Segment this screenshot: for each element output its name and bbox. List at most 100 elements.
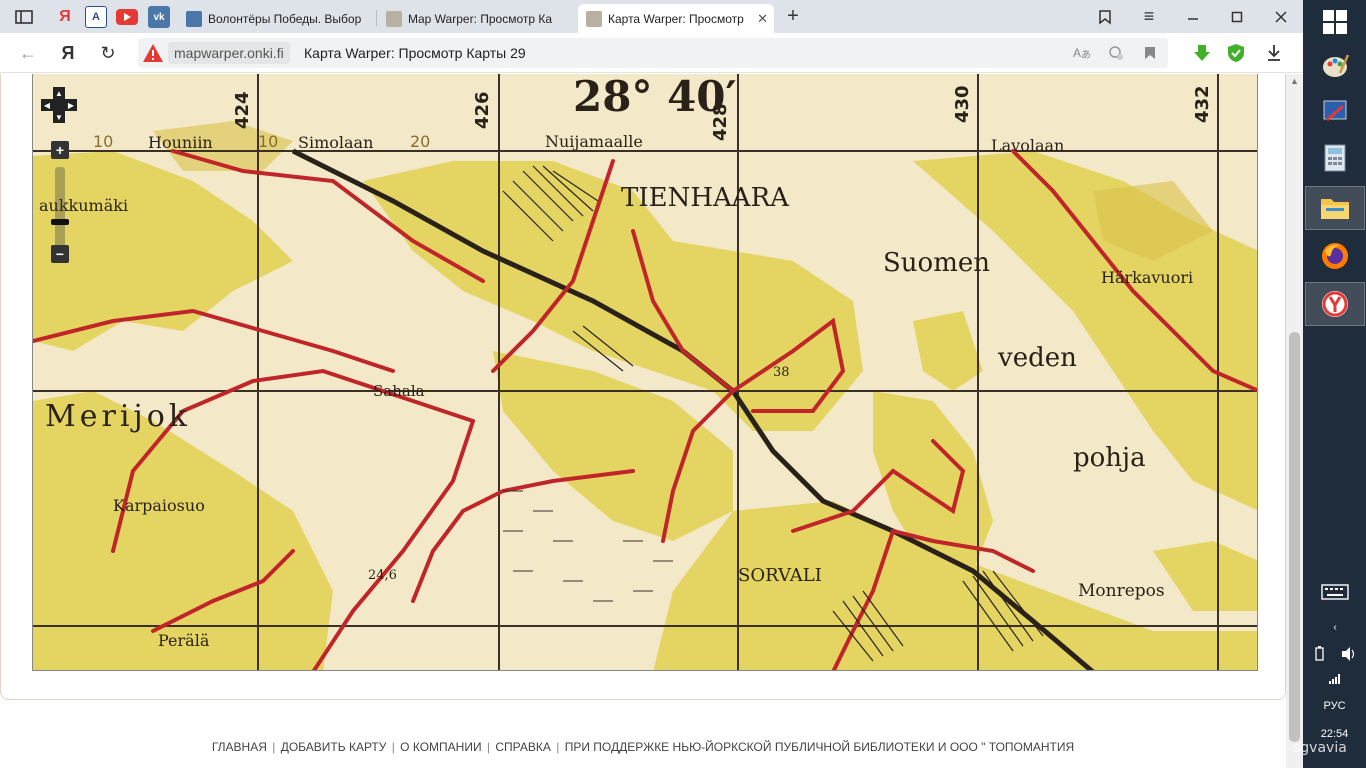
pan-control[interactable]: ▲ ◀ ▶ ▼ [41, 87, 77, 123]
footer-link-supported-by[interactable]: ПРИ ПОДДЕРЖКЕ НЬЮ-ЙОРКСКОЙ ПУБЛИЧНОЙ БИБ… [565, 740, 1074, 754]
download-green-icon[interactable] [1190, 41, 1214, 65]
map-thumbnail-icon [586, 10, 602, 27]
tab-title: Map Warper: Просмотр Ка [408, 11, 553, 26]
map-label-pohja: pohja [1073, 443, 1146, 473]
firefox-icon[interactable] [1305, 234, 1365, 278]
map-grid-424: 424 [232, 91, 253, 129]
back-arrow-icon[interactable]: ← [16, 41, 40, 65]
zoom-in-button[interactable]: + [51, 141, 69, 159]
close-tab-icon[interactable]: ✕ [757, 11, 768, 27]
map-label-sorvali: SORVALI [738, 565, 822, 586]
footer-link-add-map[interactable]: ДОБАВИТЬ КАРТУ [281, 740, 387, 754]
pan-up-icon[interactable]: ▲ [53, 87, 65, 99]
map-label-houniin: Houniin [148, 133, 213, 152]
map-grid-428: 428 [710, 103, 731, 141]
tab-karta-warper[interactable]: Карта Warper: Просмотр ✕ [578, 4, 774, 33]
calculator-icon[interactable] [1305, 136, 1365, 180]
tab-bar: Я A vk Волонтёры Победы. Выбор Map Warpe… [0, 0, 1303, 33]
domain-chip[interactable]: mapwarper.onki.fi [168, 42, 290, 64]
windows-start-icon[interactable] [1305, 0, 1365, 44]
map-label-elev-246: 24,6 [368, 568, 397, 583]
scroll-thumb[interactable] [1289, 332, 1300, 742]
shield-icon[interactable] [1224, 41, 1248, 65]
footer-separator: | [391, 740, 395, 754]
language-indicator[interactable]: РУС [1303, 700, 1366, 712]
minimize-icon[interactable] [1180, 0, 1206, 33]
map-label-karpaiosuo: Karpaiosuo [113, 496, 205, 515]
footer-link-home[interactable]: ГЛАВНАЯ [212, 740, 267, 754]
tray-icons [1305, 640, 1365, 668]
footer: ГЛАВНАЯ | ДОБАВИТЬ КАРТУ | О КОМПАНИИ | … [0, 740, 1286, 754]
network-icon[interactable] [1305, 668, 1365, 690]
map-thumbnail-icon [386, 10, 402, 27]
pan-left-icon[interactable]: ◀ [41, 99, 53, 111]
zoom-slider[interactable] [51, 167, 69, 247]
map-label-harkavuori: Härkavuori [1101, 268, 1193, 287]
map-label-veden: veden [997, 343, 1077, 373]
yandex-home-icon[interactable]: Я [56, 41, 80, 65]
address-page-title[interactable]: Карта Warper: Просмотр Карты 29 [304, 42, 526, 64]
pinned-tab-logo-icon[interactable]: A [85, 6, 107, 28]
paint-icon[interactable] [1305, 44, 1365, 88]
scroll-up-icon[interactable]: ▲ [1286, 74, 1303, 88]
footer-separator: | [486, 740, 491, 754]
footer-link-about[interactable]: О КОМПАНИИ [400, 740, 481, 754]
tray-expand-icon[interactable]: ‹ [1305, 614, 1365, 640]
translate-icon[interactable]: Aあ [1072, 43, 1092, 63]
watermark-text: sgvavia [1293, 740, 1347, 756]
tab-map-warper[interactable]: Map Warper: Просмотр Ка [378, 4, 574, 33]
map-label-10b: 10 [258, 132, 278, 151]
historical-map[interactable]: 28° 40′ TIENHAARA Suomen veden pohja Mer… [32, 74, 1258, 671]
downloads-icon[interactable] [1262, 41, 1286, 65]
tab-title: Карта Warper: Просмотр [608, 11, 744, 26]
map-grid-432: 432 [1192, 85, 1213, 123]
screen-settings-icon[interactable] [1305, 90, 1365, 134]
sidebar-toggle-icon[interactable] [10, 0, 38, 33]
map-label-laukkumaki: aukkumäki [39, 196, 128, 215]
keyboard-icon[interactable] [1305, 574, 1365, 610]
pan-center [53, 99, 65, 111]
vk-pinned-tab[interactable]: vk [148, 6, 170, 28]
close-window-icon[interactable] [1268, 0, 1294, 33]
windows-taskbar: ‹ РУС 22:54 [1303, 0, 1366, 768]
pan-down-icon[interactable]: ▼ [53, 111, 65, 123]
collections-icon[interactable] [1092, 0, 1118, 33]
tab-divider [376, 10, 377, 26]
yandex-browser-icon[interactable] [1305, 282, 1365, 326]
map-canvas: 28° 40′ TIENHAARA Suomen veden pohja Mer… [33, 74, 1257, 670]
bookmark-icon[interactable] [1140, 43, 1160, 63]
protect-icon[interactable] [1106, 43, 1126, 63]
map-grid-430: 430 [952, 85, 973, 123]
file-explorer-icon[interactable] [1305, 186, 1365, 230]
map-label-nuijamaalle: Nuijamaalle [545, 132, 643, 151]
yandex-pinned-tab[interactable]: Я [54, 6, 76, 28]
map-label-suomen: Suomen [883, 248, 990, 278]
footer-link-help[interactable]: СПРАВКА [495, 740, 551, 754]
clock-time[interactable]: 22:54 [1303, 728, 1366, 740]
zoom-out-button[interactable]: − [51, 245, 69, 263]
footer-separator: | [272, 740, 276, 754]
warning-icon[interactable] [142, 43, 164, 63]
new-tab-button[interactable]: + [780, 0, 806, 33]
map-panel: 28° 40′ TIENHAARA Suomen veden pohja Mer… [0, 74, 1286, 700]
map-label-elev-38: 38 [773, 365, 790, 380]
map-grid-426: 426 [472, 91, 493, 129]
browser-window: Я A vk Волонтёры Победы. Выбор Map Warpe… [0, 0, 1303, 768]
map-label-perala: Perälä [158, 631, 210, 650]
address-bar: ← Я ↻ mapwarper.onki.fi Карта Warper: Пр… [0, 33, 1303, 73]
omnibox[interactable]: mapwarper.onki.fi Карта Warper: Просмотр… [138, 38, 1168, 68]
map-label-20: 20 [410, 132, 430, 151]
reload-icon[interactable]: ↻ [96, 41, 120, 65]
footer-separator: | [556, 740, 560, 754]
menu-icon[interactable]: ≡ [1136, 0, 1162, 33]
page-scrollbar[interactable]: ▲ [1286, 74, 1303, 768]
map-label-tienhaara: TIENHAARA [621, 183, 790, 213]
zoom-slider-handle[interactable] [51, 219, 69, 225]
youtube-pinned-tab[interactable] [116, 9, 138, 25]
map-controls: ▲ ◀ ▶ ▼ + − [41, 87, 77, 263]
maximize-icon[interactable] [1224, 0, 1250, 33]
map-label-monrepos: Monrepos [1078, 581, 1165, 601]
map-label-simolaan: Simolaan [298, 133, 373, 152]
pan-right-icon[interactable]: ▶ [65, 99, 77, 111]
tab-volunteers[interactable]: Волонтёры Победы. Выбор [178, 4, 374, 33]
